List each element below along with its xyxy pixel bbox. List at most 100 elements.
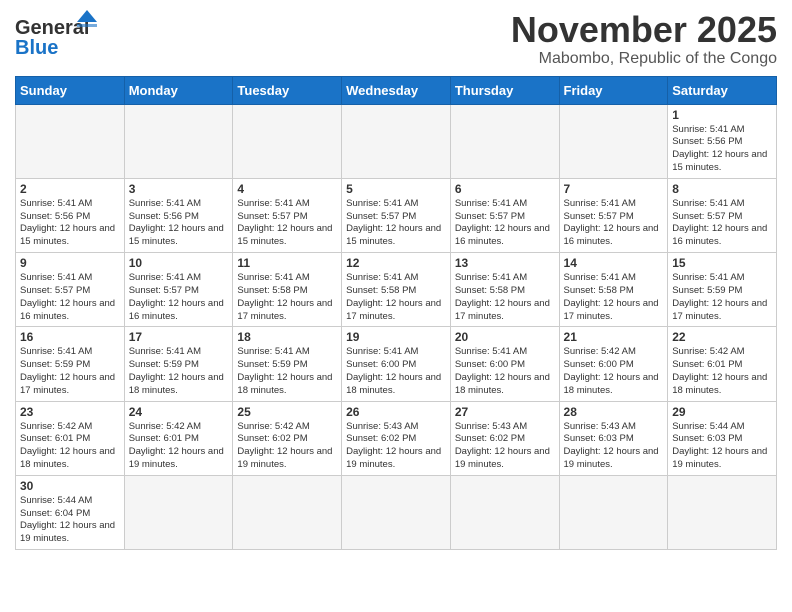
day-info: Sunrise: 5:41 AM Sunset: 5:58 PM Dayligh… xyxy=(346,272,446,323)
calendar-day-15: 15 Sunrise: 5:41 AM Sunset: 5:59 PM Dayli… xyxy=(668,253,777,327)
calendar-day-10: 10 Sunrise: 5:41 AM Sunset: 5:57 PM Dayli… xyxy=(124,253,233,327)
calendar-week-row: 23 Sunrise: 5:42 AM Sunset: 6:01 PM Dayli… xyxy=(16,401,777,475)
calendar-day-27: 27Sunrise: 5:43 AM Sunset: 6:02 PM Dayli… xyxy=(450,401,559,475)
day-info: Sunrise: 5:44 AM Sunset: 6:04 PM Dayligh… xyxy=(20,495,120,546)
day-number: 1 xyxy=(672,108,772,122)
calendar-day-14: 14 Sunrise: 5:41 AM Sunset: 5:58 PM Dayli… xyxy=(559,253,668,327)
logo-svg: General Blue xyxy=(15,10,100,62)
day-number: 7 xyxy=(564,182,664,196)
day-info: Sunrise: 5:41 AM Sunset: 5:57 PM Dayligh… xyxy=(564,198,664,249)
calendar-day-5: 5Sunrise: 5:41 AM Sunset: 5:57 PM Daylig… xyxy=(342,178,451,252)
day-info: Sunrise: 5:41 AM Sunset: 5:59 PM Dayligh… xyxy=(20,346,120,397)
day-number: 19 xyxy=(346,330,446,344)
weekday-header-row: SundayMondayTuesdayWednesdayThursdayFrid… xyxy=(16,76,777,104)
weekday-header-monday: Monday xyxy=(124,76,233,104)
day-number: 30 xyxy=(20,479,120,493)
day-info: Sunrise: 5:41 AM Sunset: 6:00 PM Dayligh… xyxy=(455,346,555,397)
day-number: 9 xyxy=(20,256,120,270)
calendar-day-16: 16 Sunrise: 5:41 AM Sunset: 5:59 PM Dayli… xyxy=(16,327,125,401)
day-number: 11 xyxy=(237,256,337,270)
calendar-day-6: 6 Sunrise: 5:41 AM Sunset: 5:57 PM Daylig… xyxy=(450,178,559,252)
calendar-day-4: 4 Sunrise: 5:41 AM Sunset: 5:57 PM Daylig… xyxy=(233,178,342,252)
day-info: Sunrise: 5:41 AM Sunset: 5:58 PM Dayligh… xyxy=(455,272,555,323)
calendar-week-row: 30 Sunrise: 5:44 AM Sunset: 6:04 PM Dayli… xyxy=(16,475,777,549)
day-number: 4 xyxy=(237,182,337,196)
calendar-day-22: 22 Sunrise: 5:42 AM Sunset: 6:01 PM Dayli… xyxy=(668,327,777,401)
month-title: November 2025 xyxy=(511,10,777,50)
calendar-table: SundayMondayTuesdayWednesdayThursdayFrid… xyxy=(15,76,777,551)
day-number: 14 xyxy=(564,256,664,270)
day-info: Sunrise: 5:41 AM Sunset: 6:00 PM Dayligh… xyxy=(346,346,446,397)
day-info: Sunrise: 5:41 AM Sunset: 5:57 PM Dayligh… xyxy=(455,198,555,249)
day-number: 25 xyxy=(237,405,337,419)
day-info: Sunrise: 5:42 AM Sunset: 6:02 PM Dayligh… xyxy=(237,421,337,472)
day-info: Sunrise: 5:41 AM Sunset: 5:56 PM Dayligh… xyxy=(20,198,120,249)
day-number: 16 xyxy=(20,330,120,344)
logo: General Blue xyxy=(15,10,100,62)
calendar-day-26: 26Sunrise: 5:43 AM Sunset: 6:02 PM Dayli… xyxy=(342,401,451,475)
calendar-day-2: 2 Sunrise: 5:41 AM Sunset: 5:56 PM Daylig… xyxy=(16,178,125,252)
day-info: Sunrise: 5:41 AM Sunset: 5:59 PM Dayligh… xyxy=(129,346,229,397)
day-number: 12 xyxy=(346,256,446,270)
calendar-empty-cell xyxy=(342,104,451,178)
calendar-day-25: 25 Sunrise: 5:42 AM Sunset: 6:02 PM Dayli… xyxy=(233,401,342,475)
day-info: Sunrise: 5:44 AM Sunset: 6:03 PM Dayligh… xyxy=(672,421,772,472)
day-number: 2 xyxy=(20,182,120,196)
calendar-day-8: 8Sunrise: 5:41 AM Sunset: 5:57 PM Daylig… xyxy=(668,178,777,252)
day-number: 27 xyxy=(455,405,555,419)
day-info: Sunrise: 5:41 AM Sunset: 5:56 PM Dayligh… xyxy=(129,198,229,249)
day-info: Sunrise: 5:42 AM Sunset: 6:01 PM Dayligh… xyxy=(672,346,772,397)
day-number: 6 xyxy=(455,182,555,196)
calendar-day-7: 7 Sunrise: 5:41 AM Sunset: 5:57 PM Daylig… xyxy=(559,178,668,252)
day-number: 8 xyxy=(672,182,772,196)
calendar-empty-cell xyxy=(124,475,233,549)
calendar-week-row: 1 Sunrise: 5:41 AM Sunset: 5:56 PM Daylig… xyxy=(16,104,777,178)
weekday-header-friday: Friday xyxy=(559,76,668,104)
day-info: Sunrise: 5:43 AM Sunset: 6:02 PM Dayligh… xyxy=(346,421,446,472)
calendar-day-28: 28Sunrise: 5:43 AM Sunset: 6:03 PM Dayli… xyxy=(559,401,668,475)
day-info: Sunrise: 5:41 AM Sunset: 5:56 PM Dayligh… xyxy=(672,124,772,175)
calendar-day-21: 21Sunrise: 5:42 AM Sunset: 6:00 PM Dayli… xyxy=(559,327,668,401)
title-area: November 2025 Mabombo, Republic of the C… xyxy=(511,10,777,68)
calendar-day-19: 19 Sunrise: 5:41 AM Sunset: 6:00 PM Dayli… xyxy=(342,327,451,401)
day-info: Sunrise: 5:41 AM Sunset: 5:57 PM Dayligh… xyxy=(237,198,337,249)
calendar-empty-cell xyxy=(342,475,451,549)
day-number: 23 xyxy=(20,405,120,419)
calendar-empty-cell xyxy=(233,104,342,178)
calendar-day-18: 18 Sunrise: 5:41 AM Sunset: 5:59 PM Dayli… xyxy=(233,327,342,401)
day-info: Sunrise: 5:42 AM Sunset: 6:00 PM Dayligh… xyxy=(564,346,664,397)
page-header: General Blue November 2025 Mabombo, Repu… xyxy=(15,10,777,68)
calendar-empty-cell xyxy=(16,104,125,178)
day-number: 5 xyxy=(346,182,446,196)
calendar-day-13: 13 Sunrise: 5:41 AM Sunset: 5:58 PM Dayli… xyxy=(450,253,559,327)
calendar-empty-cell xyxy=(124,104,233,178)
day-info: Sunrise: 5:41 AM Sunset: 5:59 PM Dayligh… xyxy=(237,346,337,397)
calendar-day-12: 12 Sunrise: 5:41 AM Sunset: 5:58 PM Dayli… xyxy=(342,253,451,327)
svg-text:Blue: Blue xyxy=(15,37,58,59)
calendar-day-24: 24Sunrise: 5:42 AM Sunset: 6:01 PM Dayli… xyxy=(124,401,233,475)
calendar-day-20: 20Sunrise: 5:41 AM Sunset: 6:00 PM Dayli… xyxy=(450,327,559,401)
calendar-day-17: 17Sunrise: 5:41 AM Sunset: 5:59 PM Dayli… xyxy=(124,327,233,401)
day-number: 10 xyxy=(129,256,229,270)
day-number: 29 xyxy=(672,405,772,419)
day-number: 13 xyxy=(455,256,555,270)
day-info: Sunrise: 5:41 AM Sunset: 5:59 PM Dayligh… xyxy=(672,272,772,323)
calendar-week-row: 16 Sunrise: 5:41 AM Sunset: 5:59 PM Dayli… xyxy=(16,327,777,401)
day-info: Sunrise: 5:41 AM Sunset: 5:57 PM Dayligh… xyxy=(20,272,120,323)
calendar-empty-cell xyxy=(450,104,559,178)
calendar-week-row: 9 Sunrise: 5:41 AM Sunset: 5:57 PM Daylig… xyxy=(16,253,777,327)
calendar-day-11: 11Sunrise: 5:41 AM Sunset: 5:58 PM Dayli… xyxy=(233,253,342,327)
day-number: 15 xyxy=(672,256,772,270)
day-info: Sunrise: 5:41 AM Sunset: 5:57 PM Dayligh… xyxy=(129,272,229,323)
calendar-empty-cell xyxy=(450,475,559,549)
day-info: Sunrise: 5:41 AM Sunset: 5:58 PM Dayligh… xyxy=(564,272,664,323)
day-info: Sunrise: 5:43 AM Sunset: 6:03 PM Dayligh… xyxy=(564,421,664,472)
weekday-header-saturday: Saturday xyxy=(668,76,777,104)
day-number: 22 xyxy=(672,330,772,344)
calendar-day-30: 30 Sunrise: 5:44 AM Sunset: 6:04 PM Dayli… xyxy=(16,475,125,549)
calendar-day-23: 23Sunrise: 5:42 AM Sunset: 6:01 PM Dayli… xyxy=(16,401,125,475)
calendar-empty-cell xyxy=(668,475,777,549)
day-info: Sunrise: 5:42 AM Sunset: 6:01 PM Dayligh… xyxy=(129,421,229,472)
day-number: 18 xyxy=(237,330,337,344)
day-number: 3 xyxy=(129,182,229,196)
